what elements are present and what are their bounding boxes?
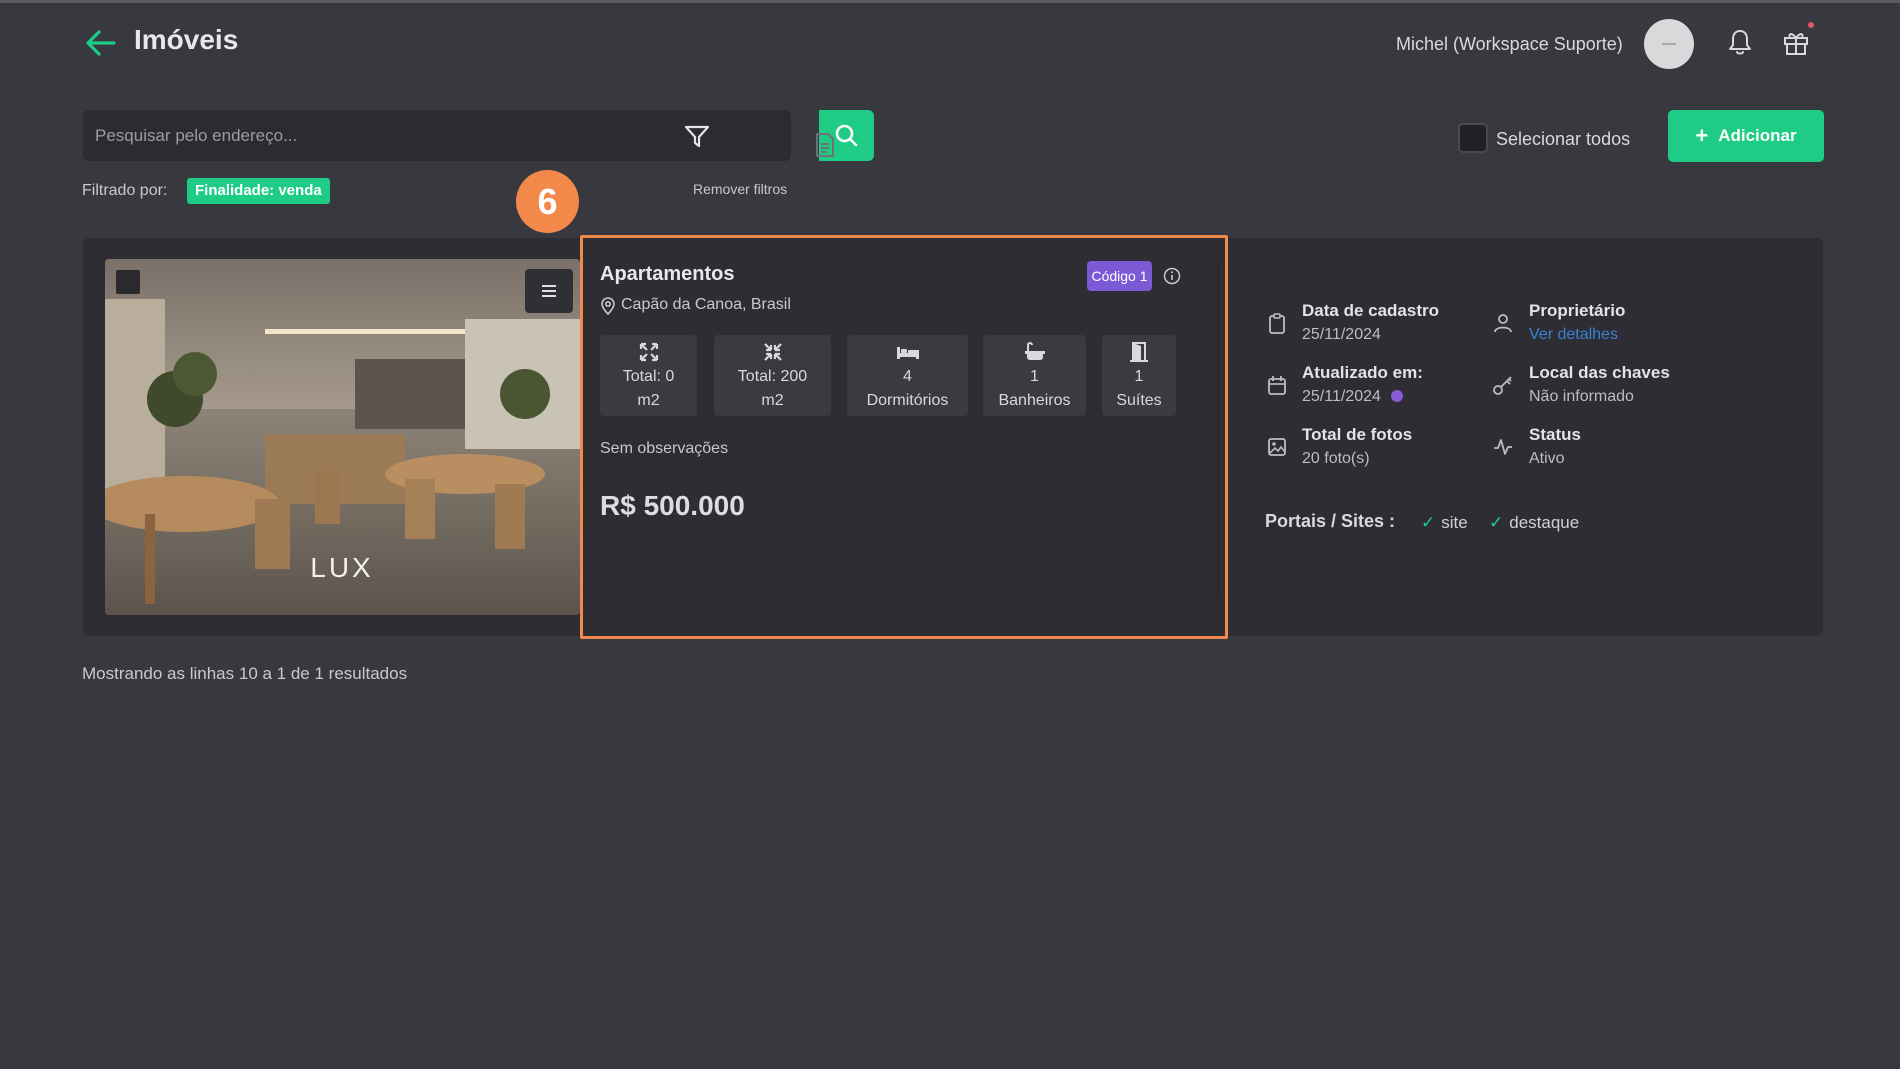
portal-destaque: ✓ destaque [1489, 513, 1579, 533]
menu-icon [542, 285, 556, 297]
remove-filters-link[interactable]: Remover filtros [693, 181, 787, 197]
portal-label: site [1441, 513, 1468, 532]
photos-value: 20 foto(s) [1302, 450, 1370, 467]
select-all-checkbox[interactable] [1458, 123, 1488, 153]
key-icon [1493, 376, 1512, 395]
back-arrow-icon[interactable] [84, 26, 118, 60]
status-label: Status [1529, 425, 1581, 444]
filter-chip[interactable]: Finalidade: venda [187, 178, 330, 204]
page-title: Imóveis [134, 24, 239, 55]
document-icon[interactable] [813, 132, 837, 158]
gift-icon[interactable] [1782, 28, 1810, 56]
portal-label: destaque [1509, 513, 1580, 532]
updated-value: 25/11/2024 [1302, 388, 1381, 405]
updated-row: 25/11/2024 [1302, 388, 1403, 406]
keys-value: Não informado [1529, 388, 1634, 405]
filter-prefix: Filtrado por: [82, 182, 168, 199]
plus-icon: + [1695, 123, 1709, 148]
highlight-box [580, 235, 1228, 639]
updated-label: Atualizado em: [1302, 363, 1423, 382]
portal-site: ✓ site [1421, 513, 1468, 533]
photo-checkbox[interactable] [116, 270, 140, 294]
photos-label: Total de fotos [1302, 425, 1413, 444]
bell-icon[interactable] [1727, 28, 1753, 56]
select-all-label[interactable]: Selecionar todos [1496, 129, 1630, 150]
results-summary: Mostrando as linhas 10 a 1 de 1 resultad… [82, 664, 408, 683]
keys-label: Local das chaves [1529, 363, 1670, 382]
owner-label: Proprietário [1529, 301, 1626, 320]
clipboard-icon [1269, 313, 1285, 334]
user-icon [1494, 314, 1512, 333]
search-input[interactable] [95, 110, 655, 161]
created-label: Data de cadastro [1302, 301, 1439, 320]
calendar-icon [1268, 376, 1286, 395]
step-badge: 6 [516, 170, 579, 233]
filter-icon[interactable] [683, 122, 711, 150]
check-icon: ✓ [1421, 513, 1436, 532]
notification-dot [1808, 22, 1814, 28]
created-value: 25/11/2024 [1302, 326, 1381, 343]
activity-icon [1494, 439, 1512, 455]
owner-details-link[interactable]: Ver detalhes [1529, 326, 1618, 344]
add-button[interactable]: + Adicionar [1668, 110, 1824, 162]
status-value: Ativo [1529, 450, 1565, 467]
photo-menu-button[interactable] [525, 269, 573, 313]
updated-dot [1390, 390, 1403, 402]
user-name[interactable]: Michel (Workspace Suporte) [1396, 34, 1623, 55]
top-border [0, 0, 1900, 3]
lux-watermark: LUX [310, 552, 373, 583]
avatar[interactable] [1644, 19, 1694, 69]
check-icon: ✓ [1489, 513, 1504, 532]
search-icon [835, 124, 858, 147]
property-photo[interactable]: LUX [105, 259, 580, 615]
portals-label: Portais / Sites : [1265, 511, 1396, 531]
image-icon [1268, 438, 1286, 456]
search-bar [83, 110, 874, 161]
add-button-label: Adicionar [1718, 126, 1797, 145]
